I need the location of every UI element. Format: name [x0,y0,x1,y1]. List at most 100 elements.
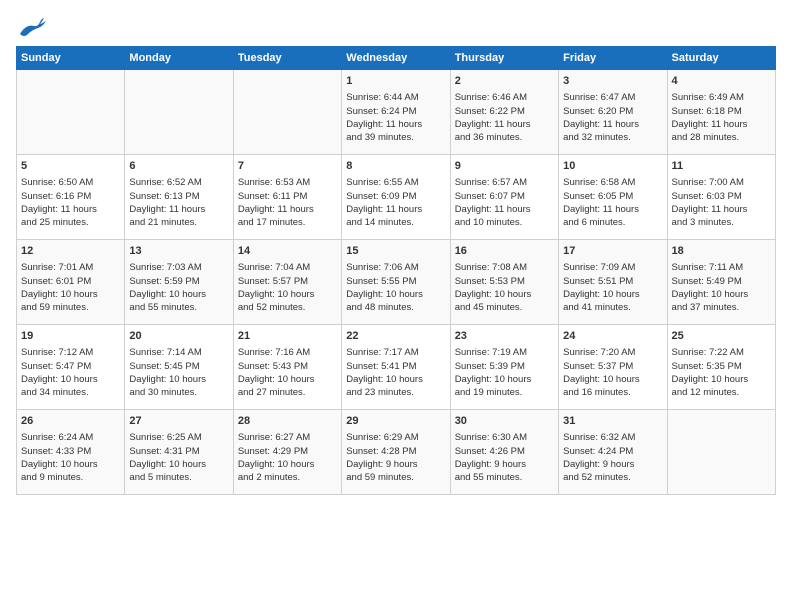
day-number: 21 [238,329,337,344]
day-info: Sunrise: 7:22 AM Sunset: 5:35 PM Dayligh… [672,346,771,399]
day-cell: 26Sunrise: 6:24 AM Sunset: 4:33 PM Dayli… [17,410,125,495]
day-number: 28 [238,414,337,429]
day-cell: 10Sunrise: 6:58 AM Sunset: 6:05 PM Dayli… [559,155,667,240]
col-header-saturday: Saturday [667,47,775,70]
day-info: Sunrise: 6:27 AM Sunset: 4:29 PM Dayligh… [238,431,337,484]
day-info: Sunrise: 7:01 AM Sunset: 6:01 PM Dayligh… [21,261,120,314]
day-number: 2 [455,74,554,89]
day-info: Sunrise: 6:50 AM Sunset: 6:16 PM Dayligh… [21,176,120,229]
day-info: Sunrise: 6:46 AM Sunset: 6:22 PM Dayligh… [455,91,554,144]
day-info: Sunrise: 6:47 AM Sunset: 6:20 PM Dayligh… [563,91,662,144]
logo [16,16,46,38]
day-cell: 2 Sunrise: 6:46 AM Sunset: 6:22 PM Daylig… [450,70,558,155]
col-header-sunday: Sunday [17,47,125,70]
day-info: Sunrise: 6:49 AM Sunset: 6:18 PM Dayligh… [672,91,771,144]
day-info: Sunrise: 7:14 AM Sunset: 5:45 PM Dayligh… [129,346,228,399]
day-info: Sunrise: 7:08 AM Sunset: 5:53 PM Dayligh… [455,261,554,314]
day-number: 25 [672,329,771,344]
day-cell: 15 Sunrise: 7:06 AM Sunset: 5:55 PM Dayli… [342,240,450,325]
day-number: 8 [346,159,445,174]
day-number: 5 [21,159,120,174]
day-cell: 9 Sunrise: 6:57 AM Sunset: 6:07 PM Daylig… [450,155,558,240]
day-info: Sunrise: 6:30 AM Sunset: 4:26 PM Dayligh… [455,431,554,484]
day-number: 29 [346,414,445,429]
day-cell: 17Sunrise: 7:09 AM Sunset: 5:51 PM Dayli… [559,240,667,325]
day-cell: 16 Sunrise: 7:08 AM Sunset: 5:53 PM Dayli… [450,240,558,325]
col-header-wednesday: Wednesday [342,47,450,70]
day-info: Sunrise: 6:24 AM Sunset: 4:33 PM Dayligh… [21,431,120,484]
day-cell: 12 Sunrise: 7:01 AM Sunset: 6:01 PM Dayli… [17,240,125,325]
day-cell: 30 Sunrise: 6:30 AM Sunset: 4:26 PM Dayli… [450,410,558,495]
day-info: Sunrise: 7:12 AM Sunset: 5:47 PM Dayligh… [21,346,120,399]
day-cell: 20 Sunrise: 7:14 AM Sunset: 5:45 PM Dayli… [125,325,233,410]
day-cell: 27Sunrise: 6:25 AM Sunset: 4:31 PM Dayli… [125,410,233,495]
day-number: 13 [129,244,228,259]
day-cell: 24 Sunrise: 7:20 AM Sunset: 5:37 PM Dayli… [559,325,667,410]
week-row-5: 26Sunrise: 6:24 AM Sunset: 4:33 PM Dayli… [17,410,776,495]
day-number: 4 [672,74,771,89]
header-row: SundayMondayTuesdayWednesdayThursdayFrid… [17,47,776,70]
day-number: 11 [672,159,771,174]
week-row-3: 12 Sunrise: 7:01 AM Sunset: 6:01 PM Dayli… [17,240,776,325]
day-number: 22 [346,329,445,344]
day-number: 1 [346,74,445,89]
day-number: 31 [563,414,662,429]
day-info: Sunrise: 7:04 AM Sunset: 5:57 PM Dayligh… [238,261,337,314]
day-cell: 13 Sunrise: 7:03 AM Sunset: 5:59 PM Dayli… [125,240,233,325]
day-number: 19 [21,329,120,344]
day-cell: 18Sunrise: 7:11 AM Sunset: 5:49 PM Dayli… [667,240,775,325]
day-number: 23 [455,329,554,344]
day-cell: 19 Sunrise: 7:12 AM Sunset: 5:47 PM Dayli… [17,325,125,410]
day-info: Sunrise: 6:57 AM Sunset: 6:07 PM Dayligh… [455,176,554,229]
day-number: 27 [129,414,228,429]
col-header-thursday: Thursday [450,47,558,70]
day-info: Sunrise: 6:32 AM Sunset: 4:24 PM Dayligh… [563,431,662,484]
day-info: Sunrise: 7:03 AM Sunset: 5:59 PM Dayligh… [129,261,228,314]
day-number: 14 [238,244,337,259]
logo-bird-icon [18,16,46,38]
day-cell: 1 Sunrise: 6:44 AM Sunset: 6:24 PM Daylig… [342,70,450,155]
day-cell: 11 Sunrise: 7:00 AM Sunset: 6:03 PM Dayli… [667,155,775,240]
day-number: 7 [238,159,337,174]
day-info: Sunrise: 7:00 AM Sunset: 6:03 PM Dayligh… [672,176,771,229]
day-number: 17 [563,244,662,259]
day-info: Sunrise: 7:17 AM Sunset: 5:41 PM Dayligh… [346,346,445,399]
day-info: Sunrise: 7:16 AM Sunset: 5:43 PM Dayligh… [238,346,337,399]
day-info: Sunrise: 6:29 AM Sunset: 4:28 PM Dayligh… [346,431,445,484]
day-info: Sunrise: 7:06 AM Sunset: 5:55 PM Dayligh… [346,261,445,314]
day-number: 3 [563,74,662,89]
day-number: 24 [563,329,662,344]
day-cell: 31 Sunrise: 6:32 AM Sunset: 4:24 PM Dayli… [559,410,667,495]
day-number: 9 [455,159,554,174]
page-header [16,16,776,38]
week-row-1: 1 Sunrise: 6:44 AM Sunset: 6:24 PM Daylig… [17,70,776,155]
day-cell [233,70,341,155]
day-number: 18 [672,244,771,259]
col-header-friday: Friday [559,47,667,70]
day-cell: 14 Sunrise: 7:04 AM Sunset: 5:57 PM Dayli… [233,240,341,325]
calendar-table: SundayMondayTuesdayWednesdayThursdayFrid… [16,46,776,495]
day-cell: 4 Sunrise: 6:49 AM Sunset: 6:18 PM Daylig… [667,70,775,155]
col-header-monday: Monday [125,47,233,70]
day-cell: 6Sunrise: 6:52 AM Sunset: 6:13 PM Daylig… [125,155,233,240]
day-info: Sunrise: 6:53 AM Sunset: 6:11 PM Dayligh… [238,176,337,229]
day-cell: 5 Sunrise: 6:50 AM Sunset: 6:16 PM Daylig… [17,155,125,240]
day-info: Sunrise: 6:44 AM Sunset: 6:24 PM Dayligh… [346,91,445,144]
day-number: 12 [21,244,120,259]
day-info: Sunrise: 7:20 AM Sunset: 5:37 PM Dayligh… [563,346,662,399]
day-number: 16 [455,244,554,259]
day-cell: 28 Sunrise: 6:27 AM Sunset: 4:29 PM Dayli… [233,410,341,495]
day-cell: 23 Sunrise: 7:19 AM Sunset: 5:39 PM Dayli… [450,325,558,410]
day-cell: 21 Sunrise: 7:16 AM Sunset: 5:43 PM Dayli… [233,325,341,410]
day-cell: 7 Sunrise: 6:53 AM Sunset: 6:11 PM Daylig… [233,155,341,240]
day-number: 20 [129,329,228,344]
day-number: 15 [346,244,445,259]
day-info: Sunrise: 6:58 AM Sunset: 6:05 PM Dayligh… [563,176,662,229]
day-cell [125,70,233,155]
day-cell [667,410,775,495]
day-number: 30 [455,414,554,429]
day-cell: 8Sunrise: 6:55 AM Sunset: 6:09 PM Daylig… [342,155,450,240]
day-info: Sunrise: 7:19 AM Sunset: 5:39 PM Dayligh… [455,346,554,399]
day-cell: 22 Sunrise: 7:17 AM Sunset: 5:41 PM Dayli… [342,325,450,410]
day-info: Sunrise: 6:52 AM Sunset: 6:13 PM Dayligh… [129,176,228,229]
